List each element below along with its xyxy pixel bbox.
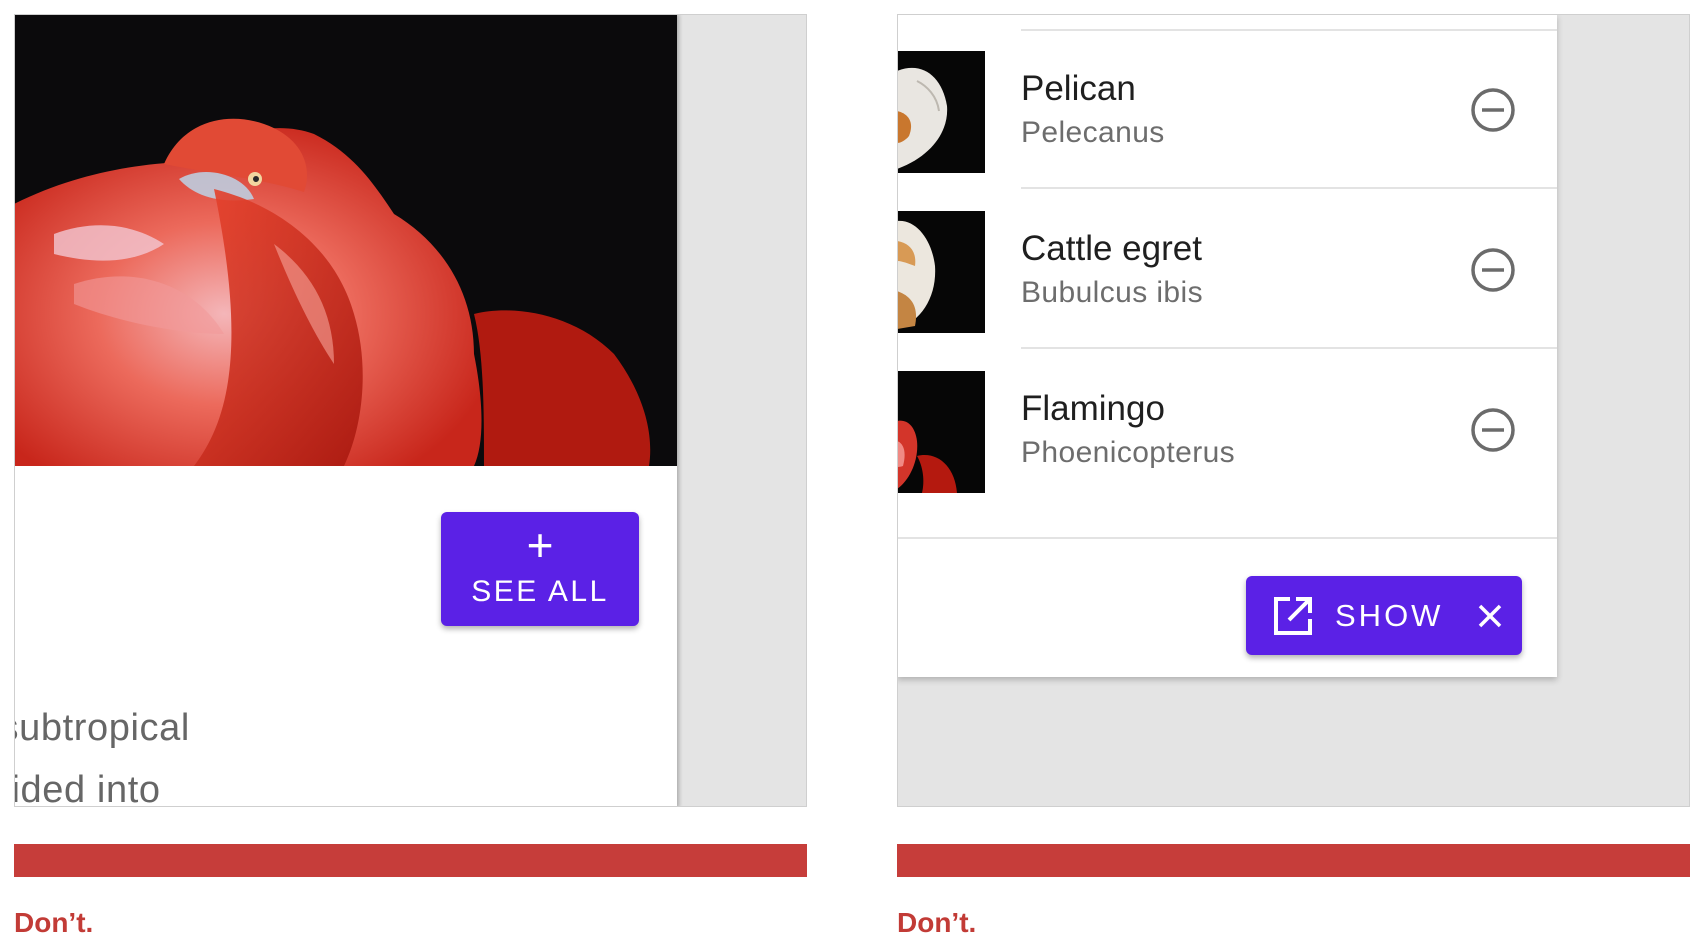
see-all-label: SEE ALL [471, 575, 609, 608]
open-in-new-icon [1274, 597, 1312, 635]
body-line: d in most tropical and subtropical [14, 707, 190, 749]
show-label: SHOW [1335, 598, 1444, 633]
list-item-subtitle: Phoenicopterus [1021, 436, 1236, 469]
divider [1021, 187, 1557, 189]
flamingo-illustration [15, 15, 677, 466]
dont-caption: Don’t. [897, 907, 977, 938]
flamingo-thumbnail [898, 371, 985, 493]
card-body-text: d in most tropical and subtropical ns. T… [14, 697, 190, 807]
show-extended-fab[interactable]: SHOW [1246, 576, 1522, 655]
dont-indicator-bar [14, 844, 807, 877]
divider [1021, 347, 1557, 349]
flamingo-card: ingo icopterus d in most tropical and su… [14, 15, 677, 807]
list-item-pelican[interactable]: Pelican Pelecanus [898, 31, 1557, 189]
cattle-egret-thumbnail [898, 211, 985, 333]
list-item-title: Cattle egret [1021, 229, 1202, 268]
list-item-flamingo[interactable]: Flamingo Phoenicopterus [898, 351, 1557, 509]
list-item-title: Flamingo [1021, 389, 1165, 428]
bird-list-card: Pelican Pelecanus Cattle egret Bubulcus … [898, 15, 1557, 677]
example-panel-left: ingo icopterus d in most tropical and su… [14, 14, 807, 807]
dont-indicator-bar [897, 844, 1690, 877]
body-line: ns. The order is subdivided into [15, 769, 161, 807]
example-panel-right: Pelican Pelecanus Cattle egret Bubulcus … [897, 14, 1690, 807]
divider [898, 537, 1557, 539]
list-item-subtitle: Bubulcus ibis [1021, 276, 1203, 309]
see-all-fab[interactable]: + SEE ALL [441, 512, 639, 626]
list-item-subtitle: Pelecanus [1021, 116, 1165, 149]
pelican-thumbnail [898, 51, 985, 173]
list-item-title: Pelican [1021, 69, 1136, 108]
remove-circle-icon[interactable] [1470, 87, 1516, 133]
plus-icon: + [526, 519, 554, 571]
list-item-cattle-egret[interactable]: Cattle egret Bubulcus ibis [898, 191, 1557, 349]
remove-circle-icon[interactable] [1470, 247, 1516, 293]
remove-circle-icon[interactable] [1470, 407, 1516, 453]
close-icon[interactable] [1476, 602, 1504, 630]
flamingo-image [15, 15, 677, 466]
dont-caption: Don’t. [14, 907, 94, 938]
